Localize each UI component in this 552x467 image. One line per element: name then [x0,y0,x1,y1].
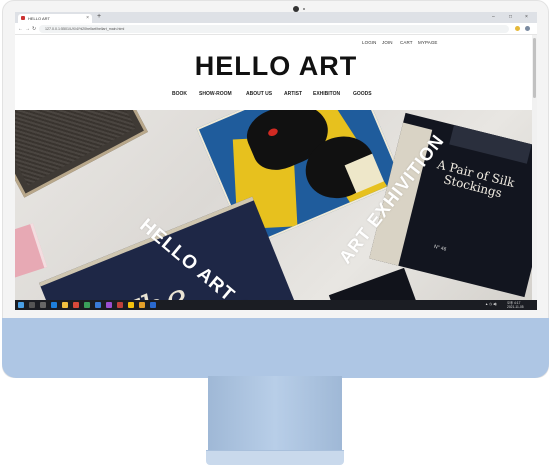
explorer-icon[interactable] [62,302,68,308]
menu-book[interactable]: BOOK [172,91,187,97]
task-view-icon[interactable] [40,302,46,308]
back-icon[interactable]: ← [18,26,23,32]
browser-tab[interactable]: HELLO ART × [18,14,92,23]
new-tab-button[interactable]: + [97,13,101,20]
hero-book-pink [15,223,48,279]
app-icon-purple[interactable] [106,302,112,308]
navy-book-title: The [111,274,195,300]
monitor-stand [208,376,342,452]
hero-book-dark-bottom [328,267,422,300]
monitor-foot [206,450,344,465]
book-number: N° 46 [433,243,447,253]
site-logo[interactable]: HELLO ART [15,51,537,82]
app-icon-orange[interactable] [139,302,145,308]
maximize-button[interactable]: □ [509,14,512,20]
chrome-icon[interactable] [128,302,134,308]
menu-about-us[interactable]: ABOUT US [246,91,272,97]
browser-tabbar: HELLO ART × + – □ × [15,12,537,23]
start-icon[interactable] [18,302,24,308]
camera-sensor [303,8,305,10]
profile-avatar[interactable] [525,26,530,31]
join-link[interactable]: JOIN [382,40,393,45]
app-icon-blue[interactable] [150,302,156,308]
menu-show-room[interactable]: SHOW-ROOM [199,91,232,97]
mypage-link[interactable]: MYPAGE [418,40,438,45]
os-taskbar: ▲ ◷ ◀) 오후 4:17 2021-11-05 [15,300,537,310]
tab-title: HELLO ART [28,16,50,21]
app-icon-red[interactable] [73,302,79,308]
app-icon-green[interactable] [84,302,90,308]
address-bar[interactable]: 127.0.0.1:5501/UX/4/%20hellart/hellart_m… [39,25,509,33]
browser-toolbar: ← → ↻ 127.0.0.1:5501/UX/4/%20hellart/hel… [15,23,537,35]
edge-icon[interactable] [51,302,57,308]
minimize-button[interactable]: – [492,14,495,20]
favicon-icon [21,16,25,20]
app-icon-maroon[interactable] [117,302,123,308]
reload-icon[interactable]: ↻ [32,26,36,32]
monitor-chin [2,318,549,378]
taskbar-clock[interactable]: 오후 4:17 2021-11-05 [507,301,524,309]
login-link[interactable]: LOGIN [362,40,377,45]
search-icon[interactable] [29,302,35,308]
vscode-icon[interactable] [95,302,101,308]
menu-exhibiton[interactable]: EXHIBITON [313,91,340,97]
menu-artist[interactable]: ARTIST [284,91,302,97]
cart-link[interactable]: CART [400,40,413,45]
tray-icons[interactable]: ▲ ◷ ◀) [485,302,497,306]
site-header: LOGIN JOIN CART MYPAGE HELLO ART BOOK SH… [15,35,537,113]
screen: HELLO ART × + – □ × ← → ↻ 127.0.0.1:5501… [15,12,537,310]
scrollbar-thumb[interactable] [533,38,536,98]
close-window-button[interactable]: × [525,14,528,20]
hero-banner: The A Pair of Silk Stockings N° 46 HELLO… [15,110,532,300]
forward-icon[interactable]: → [25,26,30,32]
book-title: A Pair of Silk Stockings [435,157,517,201]
hero-book-grey [15,110,148,198]
tab-close-button[interactable]: × [86,15,89,21]
menu-goods[interactable]: GOODS [353,91,372,97]
extension-icon[interactable] [515,26,520,31]
